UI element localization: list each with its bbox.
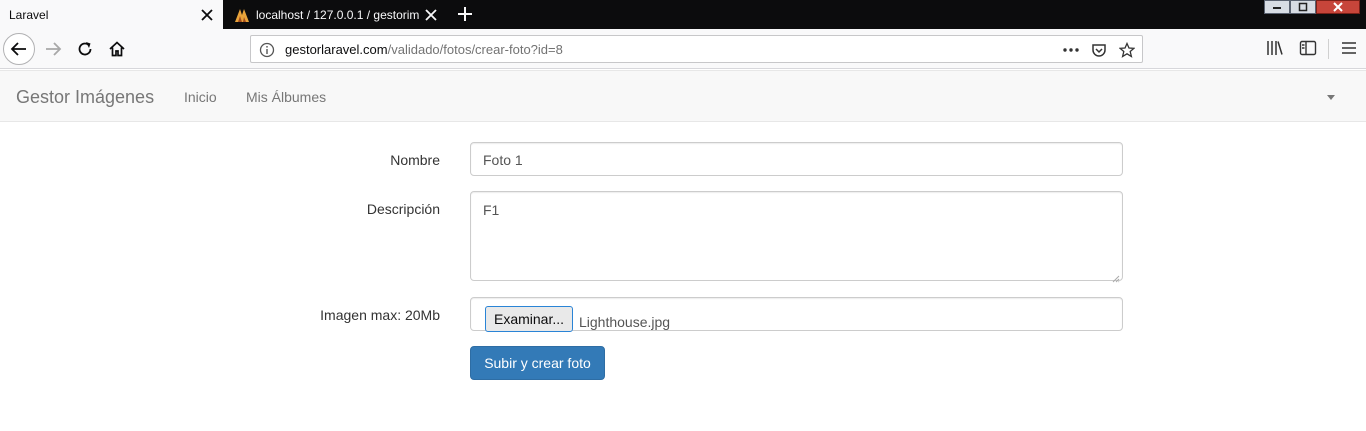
nav-link-inicio[interactable]: Inicio	[184, 89, 217, 105]
pocket-icon[interactable]	[1090, 41, 1108, 59]
url-host: gestorlaravel.com	[285, 42, 388, 57]
user-dropdown-caret-icon[interactable]	[1327, 95, 1335, 100]
browser-toolbar: gestorlaravel.com/validado/fotos/crear-f…	[0, 29, 1366, 69]
back-arrow-icon[interactable]	[3, 33, 35, 65]
selected-filename: Lighthouse.jpg	[579, 314, 671, 330]
close-tab-icon[interactable]	[199, 7, 215, 23]
nombre-value: Foto 1	[483, 152, 523, 168]
home-icon[interactable]	[102, 34, 132, 64]
navbar-brand[interactable]: Gestor Imágenes	[16, 87, 154, 108]
url-text[interactable]: gestorlaravel.com/validado/fotos/crear-f…	[285, 42, 563, 57]
phpmyadmin-favicon-icon	[234, 7, 250, 23]
imagen-file-input[interactable]: Examinar... Lighthouse.jpg	[470, 297, 1123, 332]
minimize-window-icon[interactable]	[1264, 0, 1290, 14]
hamburger-menu-icon[interactable]	[1340, 39, 1358, 57]
bookmark-star-icon[interactable]	[1118, 41, 1136, 59]
resize-grip-icon[interactable]	[1112, 270, 1120, 283]
tab-title: localhost / 127.0.0.1 / gestorim	[256, 7, 420, 22]
tab-title: Laravel	[9, 7, 49, 22]
address-bar[interactable]: gestorlaravel.com/validado/fotos/crear-f…	[250, 35, 1143, 63]
submit-create-photo-button[interactable]: Subir y crear foto	[470, 346, 605, 380]
close-window-icon[interactable]	[1316, 0, 1360, 14]
url-path: /validado/fotos/crear-foto?id=8	[387, 42, 563, 57]
maximize-window-icon[interactable]	[1290, 0, 1316, 14]
site-info-icon[interactable]	[259, 42, 275, 58]
page-actions-icon[interactable]	[1062, 41, 1080, 59]
sidebar-toggle-icon[interactable]	[1299, 39, 1317, 57]
reload-icon[interactable]	[70, 34, 100, 64]
window-controls	[1264, 0, 1360, 14]
site-navbar: Gestor Imágenes Inicio Mis Álbumes	[0, 70, 1366, 122]
imagen-label: Imagen max: 20Mb	[320, 307, 440, 323]
descripcion-value: F1	[483, 202, 500, 218]
browse-button[interactable]: Examinar...	[485, 306, 573, 332]
forward-arrow-icon[interactable]	[38, 34, 68, 64]
descripcion-label: Descripción	[366, 201, 440, 217]
close-tab-icon[interactable]	[423, 7, 439, 23]
toolbar-separator	[1328, 39, 1329, 59]
descripcion-textarea[interactable]: F1	[470, 191, 1123, 283]
nombre-label: Nombre	[390, 152, 440, 168]
tab-phpmyadmin[interactable]: localhost / 127.0.0.1 / gestorim	[224, 0, 447, 29]
new-tab-icon[interactable]	[455, 4, 475, 24]
tab-laravel[interactable]: Laravel	[0, 0, 223, 29]
library-icon[interactable]	[1266, 39, 1284, 57]
tab-strip: Laravel localhost / 127.0.0.1 / gestorim	[0, 0, 1366, 29]
nav-link-mis-albumes[interactable]: Mis Álbumes	[246, 89, 326, 105]
nombre-input[interactable]: Foto 1	[470, 142, 1123, 176]
